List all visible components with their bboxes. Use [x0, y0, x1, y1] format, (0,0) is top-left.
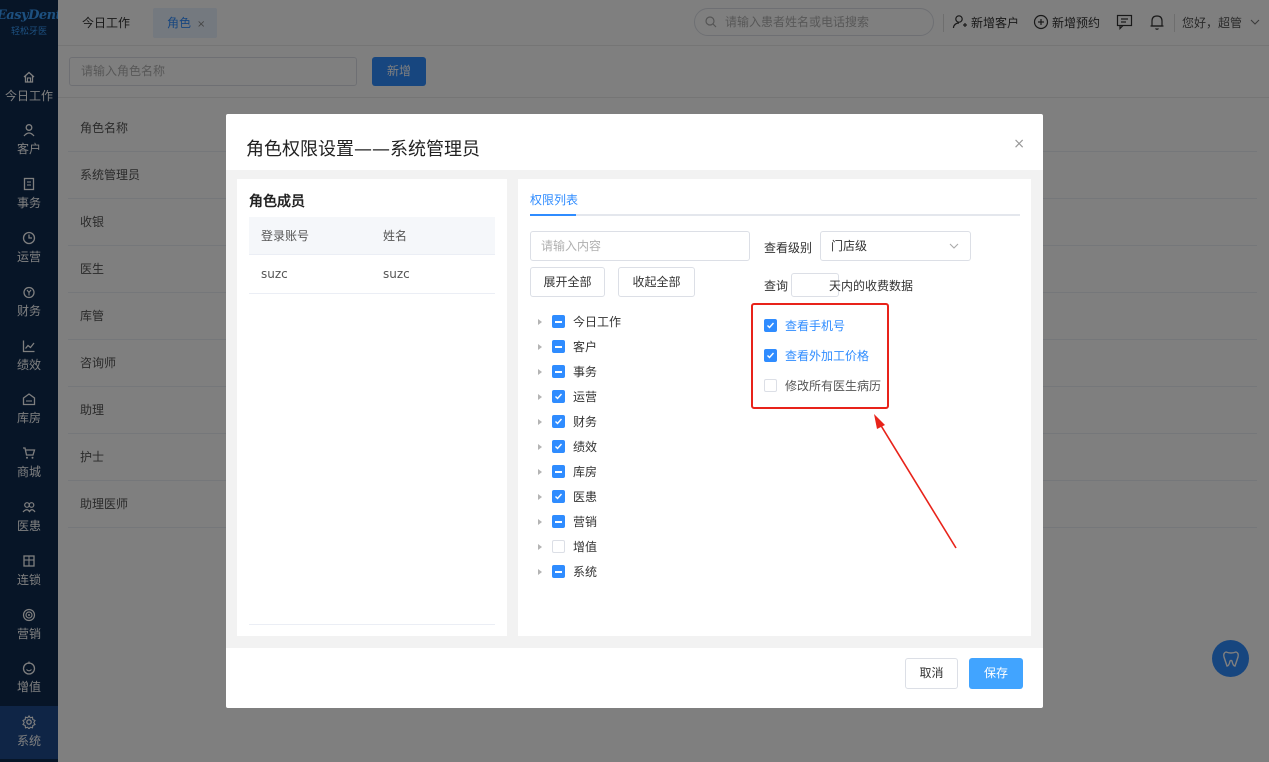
- dialog-title: 角色权限设置——系统管理员: [246, 139, 480, 160]
- permission-search-input[interactable]: 请输入内容: [530, 231, 750, 261]
- tree-node-label: 库房: [573, 465, 598, 479]
- checkbox-partial-icon[interactable]: [552, 340, 565, 353]
- tree-node-label: 今日工作: [573, 315, 622, 329]
- checkbox-partial-icon[interactable]: [552, 565, 565, 578]
- tree-node[interactable]: 客户: [538, 334, 621, 359]
- tree-node-label: 运营: [573, 390, 598, 404]
- caret-right-icon[interactable]: [538, 468, 542, 475]
- tree-node-label: 财务: [573, 415, 598, 429]
- view-level-label: 查看级别: [764, 241, 813, 255]
- caret-right-icon[interactable]: [538, 393, 542, 400]
- tree-node-label: 事务: [573, 365, 598, 379]
- tree-node[interactable]: 财务: [538, 409, 621, 434]
- column-header-name: 姓名: [383, 229, 408, 243]
- caret-right-icon[interactable]: [538, 368, 542, 375]
- checkbox-checked-icon[interactable]: [552, 490, 565, 503]
- tree-node[interactable]: 营销: [538, 509, 621, 534]
- column-header-account: 登录账号: [261, 229, 310, 243]
- tree-node[interactable]: 绩效: [538, 434, 621, 459]
- tree-node-label: 营销: [573, 515, 598, 529]
- expand-all-button[interactable]: 展开全部: [530, 267, 605, 297]
- caret-right-icon[interactable]: [538, 443, 542, 450]
- query-prefix-label: 查询: [764, 279, 789, 293]
- dialog-body: 角色成员 登录账号 姓名 suzc suzc 权限列表 请输入内容 展开全部 收…: [226, 170, 1043, 648]
- view-level-value: 门店级: [831, 239, 868, 253]
- tree-node-label: 客户: [573, 340, 598, 354]
- tree-node[interactable]: 运营: [538, 384, 621, 409]
- checkbox-partial-icon[interactable]: [552, 315, 565, 328]
- checkbox-checked-icon[interactable]: [552, 440, 565, 453]
- save-button[interactable]: 保存: [969, 658, 1023, 689]
- tree-node-label: 系统: [573, 565, 598, 579]
- tree-node[interactable]: 库房: [538, 459, 621, 484]
- close-icon[interactable]: ×: [1013, 136, 1025, 152]
- tree-node-label: 增值: [573, 540, 598, 554]
- checkbox-checked-icon[interactable]: [552, 415, 565, 428]
- tree-node[interactable]: 医患: [538, 484, 621, 509]
- tree-node[interactable]: 今日工作: [538, 309, 621, 334]
- caret-right-icon[interactable]: [538, 343, 542, 350]
- caret-right-icon[interactable]: [538, 318, 542, 325]
- annotation-highlight-box: [751, 303, 889, 409]
- active-tab-indicator: [530, 214, 576, 216]
- caret-right-icon[interactable]: [538, 493, 542, 500]
- member-account: suzc: [261, 267, 288, 281]
- members-title: 角色成员: [249, 194, 305, 210]
- permission-tree: 今日工作客户事务运营财务绩效库房医患营销增值系统: [538, 309, 621, 584]
- query-suffix-label: 天内的收费数据: [829, 279, 914, 293]
- checkbox-partial-icon[interactable]: [552, 465, 565, 478]
- checkbox-checked-icon[interactable]: [552, 390, 565, 403]
- view-level-select[interactable]: 门店级: [820, 231, 971, 261]
- checkbox-empty-icon[interactable]: [552, 540, 565, 553]
- checkbox-partial-icon[interactable]: [552, 515, 565, 528]
- tab-permission-list[interactable]: 权限列表: [530, 191, 578, 208]
- caret-right-icon[interactable]: [538, 518, 542, 525]
- table-row: suzc suzc: [249, 255, 495, 294]
- tree-node-label: 绩效: [573, 440, 598, 454]
- tree-node-label: 医患: [573, 490, 598, 504]
- caret-right-icon[interactable]: [538, 543, 542, 550]
- checkbox-partial-icon[interactable]: [552, 365, 565, 378]
- member-name: suzc: [383, 267, 410, 281]
- caret-right-icon[interactable]: [538, 568, 542, 575]
- divider: [249, 624, 495, 625]
- cancel-button[interactable]: 取消: [905, 658, 958, 689]
- tree-node[interactable]: 系统: [538, 559, 621, 584]
- members-table-header: 登录账号 姓名: [249, 217, 495, 255]
- divider: [530, 214, 1020, 216]
- collapse-all-button[interactable]: 收起全部: [618, 267, 695, 297]
- role-permission-dialog: 角色权限设置——系统管理员 × 角色成员 登录账号 姓名 suzc suzc 权…: [226, 114, 1043, 708]
- tree-node[interactable]: 增值: [538, 534, 621, 559]
- tree-node[interactable]: 事务: [538, 359, 621, 384]
- members-panel: 角色成员 登录账号 姓名 suzc suzc: [237, 179, 507, 636]
- chevron-down-icon: [949, 243, 959, 249]
- caret-right-icon[interactable]: [538, 418, 542, 425]
